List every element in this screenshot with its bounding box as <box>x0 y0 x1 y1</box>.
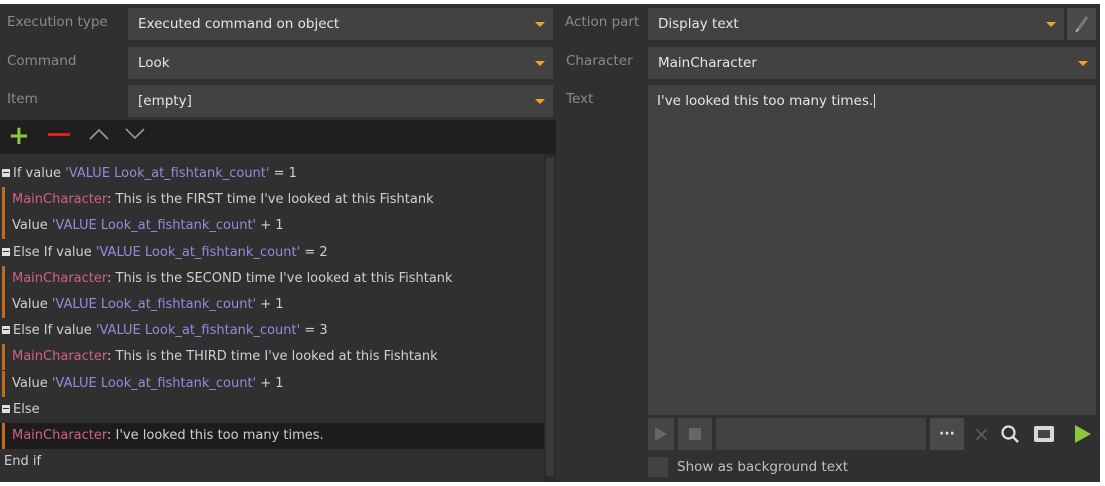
chevron-down-icon <box>535 61 545 66</box>
action-part-select[interactable]: Display text <box>648 8 1064 40</box>
text-area-value: I've looked this too many times. <box>657 93 874 109</box>
character-name: MainCharacter <box>12 428 107 443</box>
variable-name: 'VALUE Look_at_fishtank_count' <box>95 323 301 338</box>
tree-row-dialogue-selected[interactable]: MainCharacter: I've looked this too many… <box>0 423 544 449</box>
value-keyword: Value <box>12 376 52 391</box>
move-up-icon[interactable] <box>88 127 110 141</box>
character-label: Character <box>566 53 633 69</box>
text-cursor <box>874 94 876 108</box>
variable-name: 'VALUE Look_at_fishtank_count' <box>95 245 301 260</box>
pencil-icon <box>1074 16 1088 33</box>
tree-row-end-if[interactable]: End if <box>0 449 544 475</box>
collapse-icon[interactable] <box>2 325 10 334</box>
audio-file-field[interactable] <box>716 418 926 450</box>
stop-icon <box>689 428 701 440</box>
scrollbar-track[interactable] <box>546 158 554 476</box>
character-name: MainCharacter <box>12 271 107 286</box>
action-part-label: Action part <box>565 14 640 30</box>
tree-row-dialogue[interactable]: MainCharacter: This is the FIRST time I'… <box>0 187 544 213</box>
edit-button[interactable] <box>1067 8 1096 40</box>
tree-row-condition[interactable]: If value 'VALUE Look_at_fishtank_count' … <box>0 161 544 187</box>
command-value: Look <box>138 55 170 71</box>
character-value: MainCharacter <box>658 55 757 71</box>
tree-row-else[interactable]: Else <box>0 397 544 423</box>
dialogue-separator: : <box>107 349 116 364</box>
character-name: MainCharacter <box>12 192 107 207</box>
collapse-icon[interactable] <box>2 168 10 177</box>
help-icon[interactable] <box>1034 426 1054 442</box>
script-tree: If value 'VALUE Look_at_fishtank_count' … <box>0 154 556 482</box>
show-background-checkbox[interactable] <box>648 457 668 477</box>
more-icon: ··· <box>939 426 955 442</box>
search-icon <box>1001 425 1019 443</box>
variable-name: 'VALUE Look_at_fishtank_count' <box>65 166 270 181</box>
condition-keyword: If value <box>13 166 66 181</box>
dialogue-text: I've looked this too many times. <box>115 428 324 443</box>
show-background-label: Show as background text <box>677 459 849 475</box>
tree-row-condition[interactable]: Else If value 'VALUE Look_at_fishtank_co… <box>0 240 544 266</box>
play-icon <box>655 427 667 441</box>
condition-keyword: Else <box>13 402 40 417</box>
tree-row-dialogue[interactable]: MainCharacter: This is the SECOND time I… <box>0 266 544 292</box>
item-value: [empty] <box>138 93 192 109</box>
dialogue-text: This is the SECOND time I've looked at t… <box>115 271 453 286</box>
preview-play-button[interactable] <box>648 418 674 450</box>
action-part-value: Display text <box>658 16 739 32</box>
chevron-down-icon <box>1078 61 1088 66</box>
condition-keyword: Else If value <box>13 245 96 260</box>
tree-row-condition[interactable]: Else If value 'VALUE Look_at_fishtank_co… <box>0 318 544 344</box>
execution-type-select[interactable]: Executed command on object <box>128 8 553 40</box>
condition-operand: = 2 <box>300 245 328 260</box>
scrollbar[interactable] <box>544 154 556 482</box>
chevron-down-icon <box>535 99 545 104</box>
command-label: Command <box>7 53 77 69</box>
browse-button[interactable]: ··· <box>930 418 964 450</box>
tree-row-dialogue[interactable]: MainCharacter: This is the THIRD time I'… <box>0 344 544 370</box>
item-select[interactable]: [empty] <box>128 85 553 117</box>
value-operand: + 1 <box>256 297 284 312</box>
item-label: Item <box>7 91 38 107</box>
value-operand: + 1 <box>256 218 284 233</box>
dialogue-separator: : <box>107 428 116 443</box>
execution-type-value: Executed command on object <box>138 16 340 32</box>
tree-row-value-change[interactable]: Value 'VALUE Look_at_fishtank_count' + 1 <box>0 371 544 397</box>
move-down-icon[interactable] <box>124 127 146 141</box>
dialogue-text: This is the THIRD time I've looked at th… <box>115 349 438 364</box>
character-select[interactable]: MainCharacter <box>648 47 1096 79</box>
collapse-icon[interactable] <box>2 247 10 256</box>
search-button[interactable] <box>996 418 1024 450</box>
variable-name: 'VALUE Look_at_fishtank_count' <box>51 218 257 233</box>
tree-row-value-change[interactable]: Value 'VALUE Look_at_fishtank_count' + 1 <box>0 292 544 318</box>
tree-row-value-change[interactable]: Value 'VALUE Look_at_fishtank_count' + 1 <box>0 213 544 239</box>
condition-operand: = 3 <box>300 323 328 338</box>
condition-operand: = 1 <box>269 166 297 181</box>
value-operand: + 1 <box>256 376 284 391</box>
dialogue-separator: : <box>107 192 116 207</box>
condition-keyword: Else If value <box>13 323 96 338</box>
dialogue-separator: : <box>107 271 116 286</box>
value-keyword: Value <box>12 218 52 233</box>
close-icon: × <box>973 422 990 446</box>
chevron-down-icon <box>1046 22 1056 27</box>
tree-toolbar: + <box>0 120 556 154</box>
dialogue-text: This is the FIRST time I've looked at th… <box>115 192 434 207</box>
character-name: MainCharacter <box>12 349 107 364</box>
chevron-down-icon <box>535 22 545 27</box>
value-keyword: Value <box>12 297 52 312</box>
play-icon <box>1075 425 1091 443</box>
collapse-icon[interactable] <box>2 404 10 413</box>
preview-stop-button[interactable] <box>678 418 712 450</box>
variable-name: 'VALUE Look_at_fishtank_count' <box>51 376 257 391</box>
add-icon[interactable]: + <box>8 122 30 150</box>
script-editor-panel: Execution type Executed command on objec… <box>0 4 1100 482</box>
run-button[interactable] <box>1068 418 1098 450</box>
text-area[interactable]: I've looked this too many times. <box>648 85 1096 415</box>
command-select[interactable]: Look <box>128 47 553 79</box>
text-label: Text <box>566 91 594 107</box>
execution-type-label: Execution type <box>7 14 108 30</box>
clear-button[interactable]: × <box>968 418 995 450</box>
remove-icon[interactable] <box>48 133 70 136</box>
end-if-label: End if <box>4 454 42 469</box>
variable-name: 'VALUE Look_at_fishtank_count' <box>51 297 257 312</box>
